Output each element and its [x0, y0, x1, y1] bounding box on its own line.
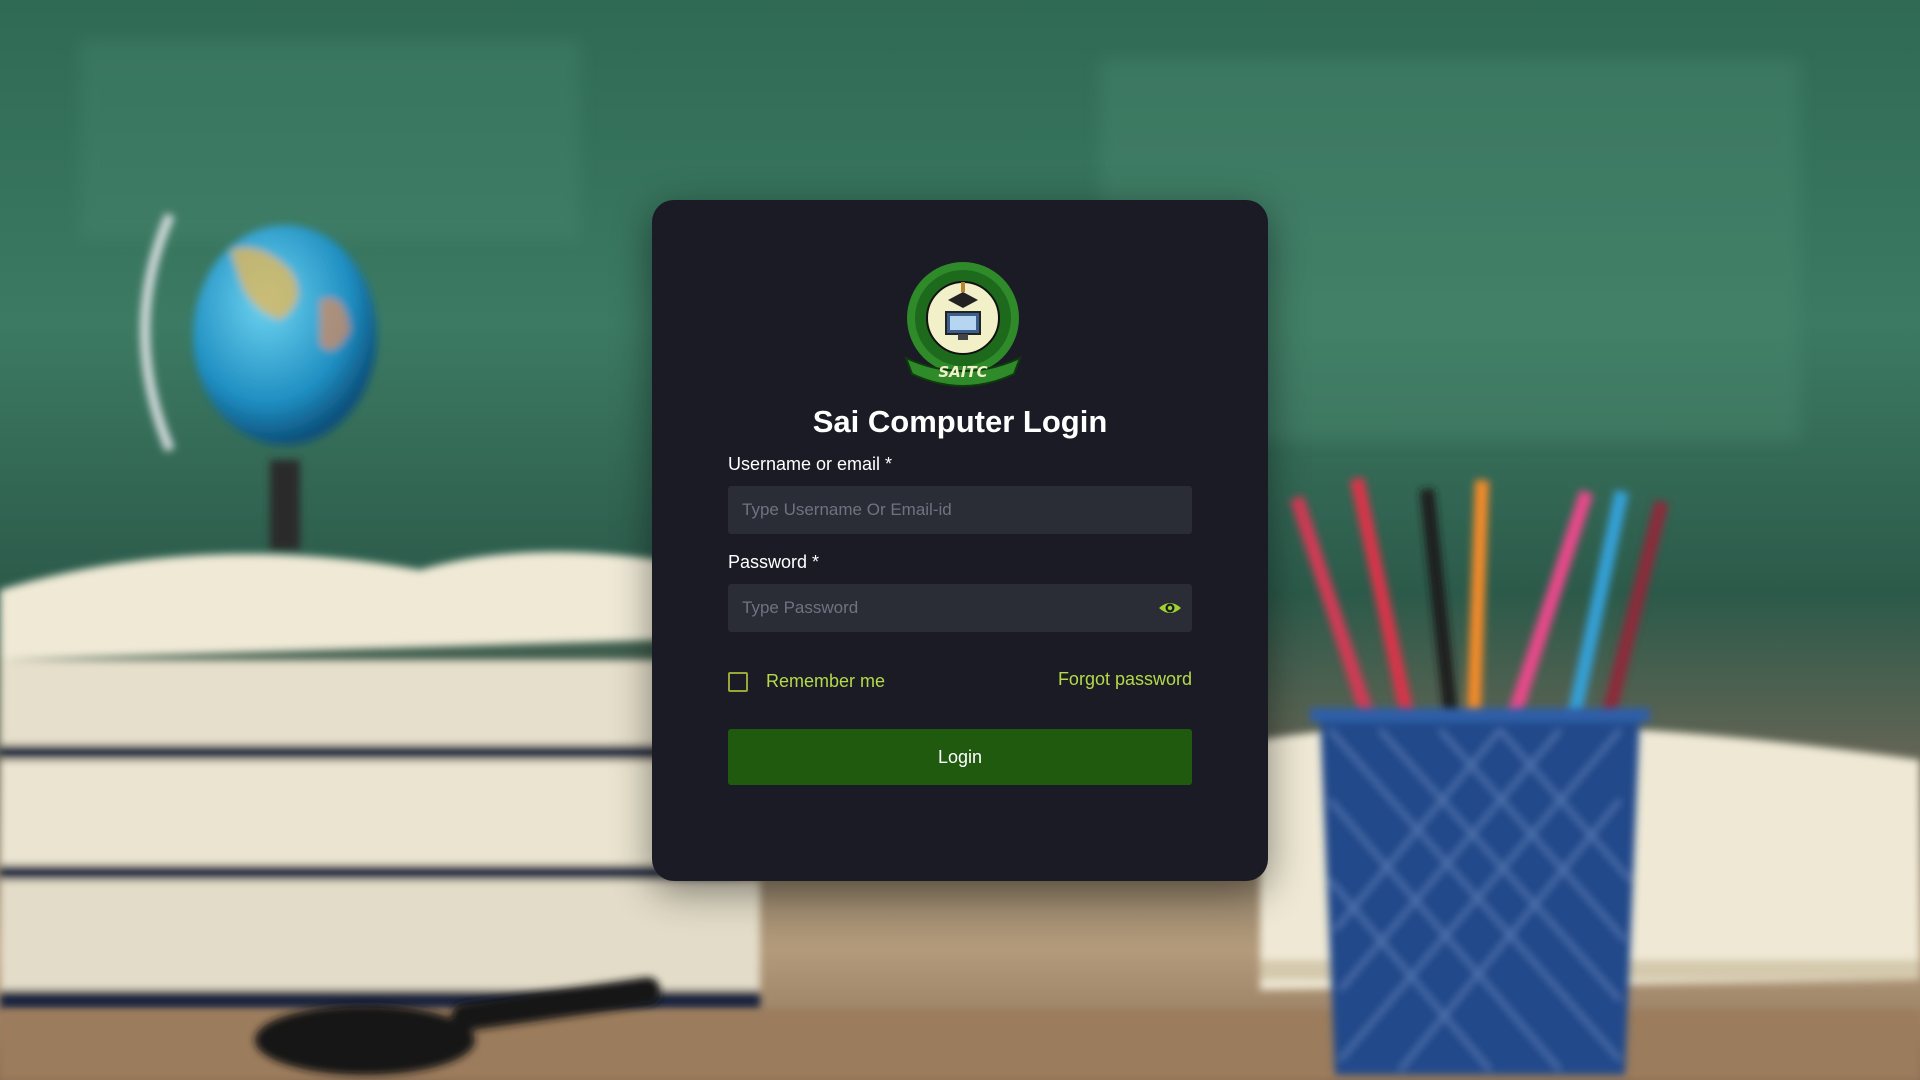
- eye-icon[interactable]: [1158, 597, 1182, 619]
- password-input[interactable]: [728, 584, 1192, 632]
- logo-text: SAITC: [938, 363, 987, 381]
- username-input[interactable]: [728, 486, 1192, 534]
- username-label: Username or email *: [728, 454, 893, 474]
- login-card: SAITC Sai Computer Login Username or ema…: [652, 200, 1268, 881]
- remember-me-label: Remember me: [766, 671, 886, 691]
- remember-me-toggle[interactable]: Remember me: [728, 671, 885, 692]
- password-label: Password *: [728, 552, 820, 572]
- forgot-password-link[interactable]: Forgot password: [1058, 669, 1192, 690]
- page-title: Sai Computer Login: [812, 404, 1108, 439]
- login-button[interactable]: Login: [728, 729, 1192, 785]
- saitc-logo: SAITC: [904, 262, 1022, 387]
- remember-me-checkbox[interactable]: [728, 671, 748, 692]
